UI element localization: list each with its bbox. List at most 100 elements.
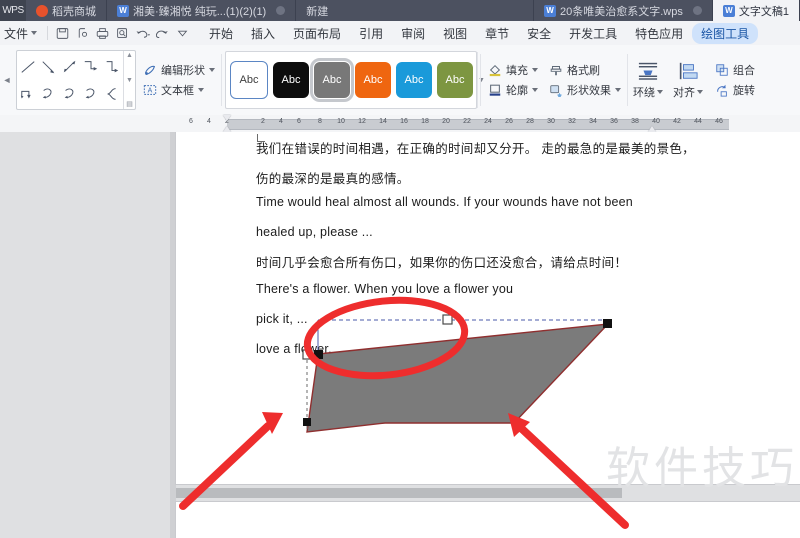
print-icon[interactable] [92,24,112,42]
document-page-2[interactable] [176,502,800,538]
style-sample-text: Abc [445,74,465,86]
doc-line-3: Time would heal almost all wounds. If yo… [256,195,633,209]
style-sample-text: Abc [239,74,259,86]
tab-dockerstore[interactable]: 稻壳商城 [26,0,107,21]
file-menu-label: 文件 [4,26,29,41]
document-page-1[interactable]: 我们在错误的时间相遇，在正确的时间却又分开。 走的最急的是最美的景色， 伤的最深… [176,132,800,484]
file-menu-button[interactable]: 文件 [0,25,43,42]
close-icon[interactable] [276,6,286,15]
document-body[interactable]: 我们在错误的时间相遇，在正确的时间却又分开。 走的最急的是最美的景色， 伤的最深… [176,132,800,484]
ruler-tick: 38 [631,118,639,125]
wrap-text-button[interactable]: 环绕 [628,60,668,100]
align-button[interactable]: 对齐 [668,60,708,100]
shape-style-gallery[interactable]: Abc Abc Abc Abc Abc Abc ▼ [225,51,485,109]
first-line-indent-marker[interactable] [223,115,231,121]
print-preview-icon[interactable] [72,24,92,42]
rotate-label: 旋转 [733,85,755,97]
find-icon[interactable] [112,24,132,42]
wrap-text-icon [637,60,659,82]
undo-icon[interactable] [132,24,152,42]
group-button[interactable]: 组合 [714,62,755,78]
ruler-tick: 16 [400,118,408,125]
tab-label: 稻壳商城 [52,5,96,18]
chevron-down-icon [697,90,703,94]
ribbon-tab-review[interactable]: 审阅 [392,23,434,44]
shape-gallery[interactable]: ▲ ▼ ▤ [16,50,136,110]
divider [47,26,49,40]
chevron-down-icon [657,90,663,94]
ruler-tick: 22 [463,118,471,125]
ribbon-tab-page-layout[interactable]: 页面布局 [284,23,350,44]
ribbon-tab-insert[interactable]: 插入 [242,23,284,44]
customize-toolbar-icon[interactable] [172,24,192,42]
shape-curved-arrow-3-icon[interactable] [80,80,101,107]
shape-style-green[interactable]: Abc [437,62,473,98]
ribbon-tab-drawing-tools[interactable]: 绘图工具 [692,22,759,44]
horizontal-ruler[interactable]: 6 4 2 2 4 6 8 10 12 14 16 18 20 22 24 26… [180,115,800,132]
shape-effects-button[interactable]: 形状效果 [548,82,621,98]
shape-gallery-scrollbar[interactable]: ▲ ▼ ▤ [123,51,135,109]
fill-button[interactable]: 填充 [487,62,538,78]
shape-curved-arrow-2-icon[interactable] [60,80,81,107]
edit-shape-button[interactable]: 编辑形状 [142,62,215,78]
scroll-down-icon[interactable]: ▼ [126,77,133,84]
tab-new[interactable]: 新建 [296,0,535,21]
shape-style-blue[interactable]: Abc [396,62,432,98]
rotate-icon [714,83,729,98]
close-icon[interactable] [692,6,702,15]
save-icon[interactable] [52,24,72,42]
format-painter-button[interactable]: 格式刷 [548,62,621,78]
shape-elbow-arrow-icon[interactable] [80,53,101,80]
ribbon-tab-section[interactable]: 章节 [476,23,518,44]
group-rotate-group: 组合 旋转 [708,62,761,98]
tab-document-1[interactable]: W 湘美·臻湘悦 纯玩...(1)(2)(1) [107,0,297,21]
ruler-tick: 34 [589,118,597,125]
chevron-down-icon [198,88,204,92]
wps-logo: WPS [0,0,26,21]
gallery-expand-icon[interactable]: ▤ [126,101,133,108]
shape-arrow-line-icon[interactable] [39,53,60,80]
ribbon-scroll-left-icon[interactable]: ◄ [0,75,14,85]
wrap-text-label: 环绕 [633,87,655,99]
shape-style-orange[interactable]: Abc [355,62,391,98]
shape-line-icon[interactable] [18,53,39,80]
ruler-bar: 6 4 2 2 4 6 8 10 12 14 16 18 20 22 24 26… [0,115,800,133]
ruler-tick: 46 [715,118,723,125]
ribbon-tab-start[interactable]: 开始 [200,23,242,44]
style-sample-text: Abc [322,74,342,86]
shape-curved-arrow-icon[interactable] [39,80,60,107]
tab-document-2[interactable]: W 20条唯美治愈系文字.wps [534,0,713,21]
ruler-tick: 40 [652,118,660,125]
page-break-separator [176,488,622,498]
redo-icon[interactable] [152,24,172,42]
ribbon-tab-security[interactable]: 安全 [518,23,560,44]
rotate-button[interactable]: 旋转 [714,82,755,98]
document-workspace[interactable]: 我们在错误的时间相遇，在正确的时间却又分开。 走的最急的是最美的景色， 伤的最深… [0,132,800,538]
shape-format-group: 填充 格式刷 轮廓 形状效果 [481,62,627,98]
scroll-up-icon[interactable]: ▲ [126,52,133,59]
doc-line-1: 我们在错误的时间相遇，在正确的时间却又分开。 走的最急的是最美的景色， [256,142,695,156]
ribbon-tab-view[interactable]: 视图 [434,23,476,44]
wps-doc-icon: W [544,4,557,17]
shape-style-white[interactable]: Abc [230,61,268,99]
tab-document-3-active[interactable]: W 文字文稿1 [712,0,800,21]
ribbon-tab-developer[interactable]: 开发工具 [560,23,626,44]
ribbon-tab-special-apps[interactable]: 特色应用 [626,23,692,44]
shape-double-arrow-line-icon[interactable] [60,53,81,80]
ribbon-tab-reference[interactable]: 引用 [350,23,392,44]
doc-line-7: pick it, ... [256,312,308,326]
wps-doc-icon: W [722,4,735,17]
shape-elbow-arrow-2-icon[interactable] [101,53,122,80]
shape-s-curve-icon[interactable] [101,80,122,107]
ruler-tick: 12 [358,118,366,125]
shape-elbow-arrow-3-icon[interactable] [18,80,39,107]
text-box-button[interactable]: A 文本框 [142,82,215,98]
shape-style-black[interactable]: Abc [273,62,309,98]
doc-line-5: 时间几乎会愈合所有伤口，如果你的伤口还没愈合，请给点时间！ [256,256,628,270]
tab-label: 文字文稿1 [738,5,789,18]
group-icon [714,63,729,78]
svg-text:A: A [147,88,152,95]
shape-style-gray[interactable]: Abc [310,58,354,102]
format-painter-label: 格式刷 [567,65,600,77]
outline-button[interactable]: 轮廓 [487,82,538,98]
